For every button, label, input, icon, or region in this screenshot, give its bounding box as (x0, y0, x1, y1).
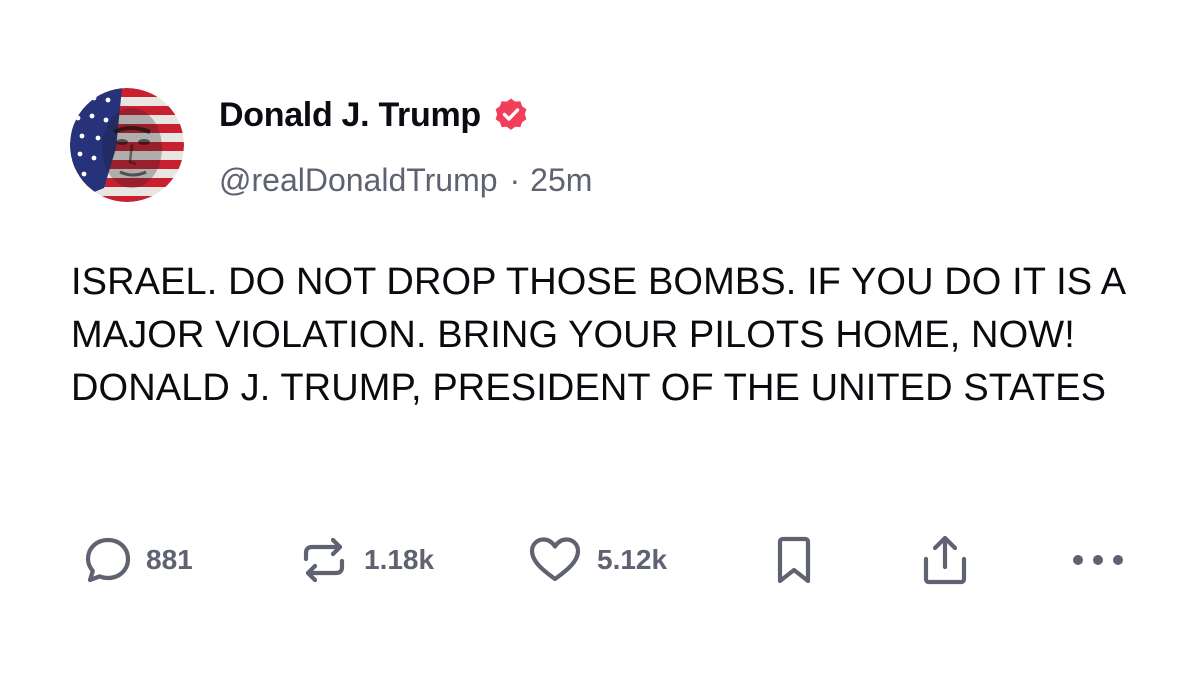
verified-badge-icon (493, 97, 529, 133)
action-bar: 881 1.18k 5.12k (0, 530, 1200, 590)
repost-arrows-icon (298, 535, 350, 585)
more-dots-icon (1070, 550, 1126, 570)
bookmark-icon (772, 534, 816, 586)
retruth-button[interactable]: 1.18k (298, 530, 434, 590)
like-count: 5.12k (597, 544, 668, 575)
author-name-row: Donald J. Trump (219, 93, 529, 137)
reply-button[interactable]: 881 (84, 530, 193, 590)
retruth-count: 1.18k (364, 544, 435, 575)
share-button[interactable] (920, 530, 970, 590)
post-body-text: ISRAEL. DO NOT DROP THOSE BOMBS. IF YOU … (71, 261, 1135, 409)
post-card: Donald J. Trump @realDonaldTrump · 25m I… (0, 0, 1200, 675)
heart-icon (527, 535, 583, 585)
author-meta-row: @realDonaldTrump · 25m (219, 160, 592, 200)
author-display-name[interactable]: Donald J. Trump (219, 96, 481, 135)
reply-count: 881 (146, 544, 193, 575)
author-handle[interactable]: @realDonaldTrump (219, 162, 498, 199)
avatar[interactable] (70, 88, 184, 202)
meta-separator: · (509, 161, 521, 198)
bookmark-button[interactable] (772, 530, 816, 590)
speech-bubble-icon (84, 535, 132, 585)
share-upload-icon (920, 533, 970, 587)
more-options-button[interactable] (1070, 530, 1126, 590)
like-button[interactable]: 5.12k (527, 530, 667, 590)
post-timestamp[interactable]: 25m (530, 162, 592, 199)
flag-portrait-avatar-image (70, 88, 184, 202)
